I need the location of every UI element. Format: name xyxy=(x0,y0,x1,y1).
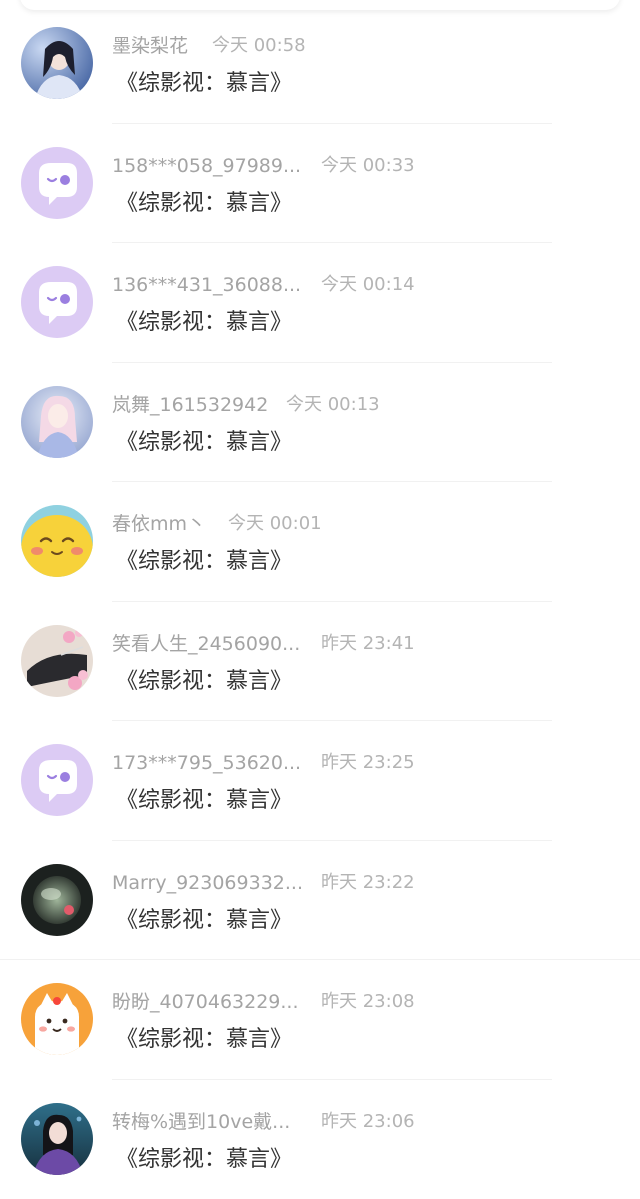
row-meta: 173***795_53620... 昨天 23:25 xyxy=(112,750,415,776)
list-item[interactable]: 盼盼_4070463229... 昨天 23:08 《综影视：慕言》 xyxy=(0,960,640,1080)
book-title[interactable]: 《综影视：慕言》 xyxy=(116,68,292,100)
timestamp: 昨天 23:41 xyxy=(321,632,415,654)
default-chat-icon[interactable] xyxy=(21,146,93,219)
user-name[interactable]: 笑看人生_2456090... xyxy=(112,631,300,657)
user-name[interactable]: 转梅%遇到10ve戴... xyxy=(112,1109,290,1135)
book-title[interactable]: 《综影视：慕言》 xyxy=(116,427,292,459)
timestamp: 今天 00:58 xyxy=(212,35,306,56)
list-item[interactable]: 136***431_36088... 今天 00:14 《综影视：慕言》 xyxy=(0,243,640,363)
book-title[interactable]: 《综影视：慕言》 xyxy=(116,307,292,339)
default-chat-icon[interactable] xyxy=(21,744,93,816)
timestamp: 昨天 23:08 xyxy=(321,991,415,1012)
photo-doll-icon[interactable] xyxy=(21,385,93,458)
default-chat-icon[interactable] xyxy=(21,266,93,338)
list-item[interactable]: 158***058_97989... 今天 00:33 《综影视：慕言》 xyxy=(0,124,640,243)
row-meta: 盼盼_4070463229... 昨天 23:08 xyxy=(112,989,415,1015)
timestamp: 今天 00:33 xyxy=(321,154,415,176)
row-meta: 笑看人生_2456090... 昨天 23:41 xyxy=(112,631,415,657)
user-name[interactable]: 墨染梨花 xyxy=(112,33,188,59)
user-name[interactable]: 158***058_97989... xyxy=(112,153,301,179)
comment-list-page: 墨染梨花 今天 00:58 《综影视：慕言》 158***058_97989..… xyxy=(0,0,640,1199)
book-title[interactable]: 《综影视：慕言》 xyxy=(116,785,292,817)
row-meta: 墨染梨花 今天 00:58 xyxy=(112,33,306,59)
list-item[interactable]: 墨染梨花 今天 00:58 《综影视：慕言》 xyxy=(0,4,640,124)
list-item[interactable]: 春依mm丶 今天 00:01 《综影视：慕言》 xyxy=(0,482,640,602)
timestamp: 昨天 23:25 xyxy=(321,752,415,773)
row-meta: 岚舞_161532942 今天 00:13 xyxy=(112,392,380,418)
yellow-cartoon-icon[interactable] xyxy=(21,505,93,577)
reader-list: 墨染梨花 今天 00:58 《综影视：慕言》 158***058_97989..… xyxy=(0,4,640,1199)
list-item[interactable]: Marry_923069332... 昨天 23:22 《综影视：慕言》 xyxy=(0,841,640,960)
row-meta: 136***431_36088... 今天 00:14 xyxy=(112,272,415,298)
list-item[interactable]: 173***795_53620... 昨天 23:25 《综影视：慕言》 xyxy=(0,721,640,841)
user-name[interactable]: 岚舞_161532942 xyxy=(112,392,268,418)
orange-cartoon-dog-icon[interactable] xyxy=(21,983,93,1055)
timestamp: 昨天 23:06 xyxy=(321,1110,415,1132)
user-name[interactable]: 173***795_53620... xyxy=(112,750,301,776)
timestamp: 今天 00:13 xyxy=(286,393,380,415)
photo-costume-icon[interactable] xyxy=(21,1102,93,1175)
user-name[interactable]: 盼盼_4070463229... xyxy=(112,989,299,1015)
photo-flowers-icon[interactable] xyxy=(21,624,93,697)
book-title[interactable]: 《综影视：慕言》 xyxy=(116,1024,292,1056)
list-item[interactable]: 转梅%遇到10ve戴... 昨天 23:06 《综影视：慕言》 xyxy=(0,1080,640,1199)
timestamp: 今天 00:14 xyxy=(321,274,415,295)
user-name[interactable]: 136***431_36088... xyxy=(112,272,301,298)
list-item[interactable]: 岚舞_161532942 今天 00:13 《综影视：慕言》 xyxy=(0,363,640,482)
timestamp: 今天 00:01 xyxy=(228,513,322,534)
photo-bubble-icon[interactable] xyxy=(21,863,93,936)
user-name[interactable]: 春依mm丶 xyxy=(112,511,206,537)
photo-woman-blue-icon[interactable] xyxy=(21,27,93,99)
book-title[interactable]: 《综影视：慕言》 xyxy=(116,1144,292,1176)
row-meta: 春依mm丶 今天 00:01 xyxy=(112,511,322,537)
row-meta: Marry_923069332... 昨天 23:22 xyxy=(112,870,415,896)
user-name[interactable]: Marry_923069332... xyxy=(112,870,303,896)
row-meta: 转梅%遇到10ve戴... 昨天 23:06 xyxy=(112,1109,415,1135)
list-item[interactable]: 笑看人生_2456090... 昨天 23:41 《综影视：慕言》 xyxy=(0,602,640,721)
book-title[interactable]: 《综影视：慕言》 xyxy=(116,188,292,220)
book-title[interactable]: 《综影视：慕言》 xyxy=(116,546,292,578)
book-title[interactable]: 《综影视：慕言》 xyxy=(116,666,292,698)
row-meta: 158***058_97989... 今天 00:33 xyxy=(112,153,415,179)
book-title[interactable]: 《综影视：慕言》 xyxy=(116,905,292,937)
timestamp: 昨天 23:22 xyxy=(321,871,415,893)
